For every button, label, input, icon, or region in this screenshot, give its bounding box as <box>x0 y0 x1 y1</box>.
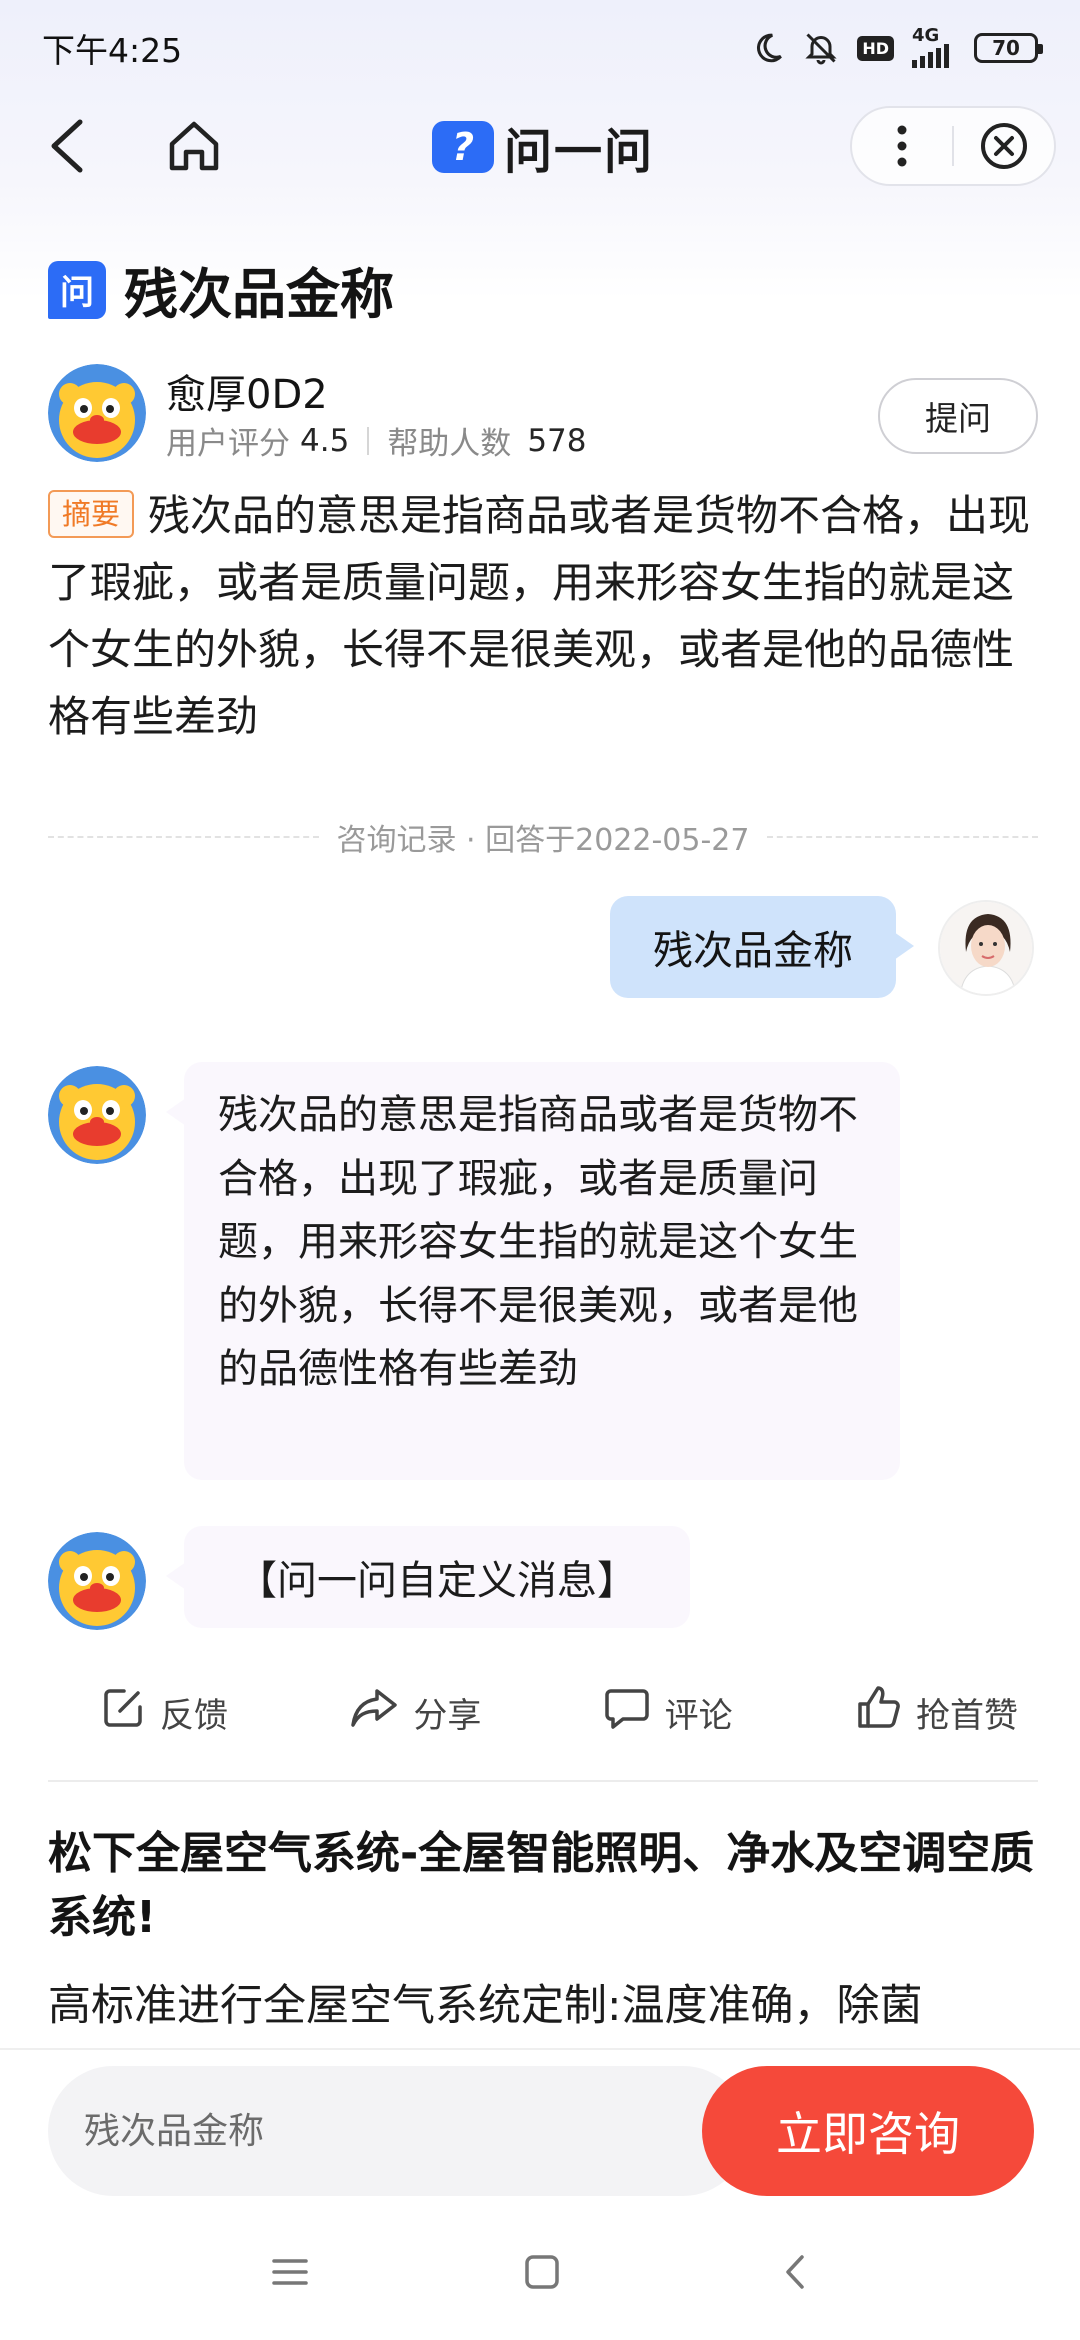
brand-name: 问一问 <box>504 124 655 180</box>
question-title: 问 残次品金称 <box>48 250 394 329</box>
comment-icon <box>603 1685 651 1740</box>
record-label: 咨询记录 · 回答于2022-05-27 <box>336 823 750 858</box>
bot-message-bubble: 残次品的意思是指商品或者是货物不合格，出现了瑕疵，或者是质量问题，用来形容女生指… <box>166 1062 900 1480</box>
comment-label: 评论 <box>664 1695 733 1736</box>
battery-icon: 70 <box>974 33 1043 63</box>
user-avatar <box>938 900 1034 996</box>
consult-input[interactable] <box>48 2066 748 2196</box>
close-icon[interactable] <box>954 121 1054 171</box>
bot-avatar <box>48 1066 146 1164</box>
back-icon[interactable] <box>40 114 100 178</box>
signal-icon: 4G <box>912 25 956 68</box>
record-divider: 咨询记录 · 回答于2022-05-27 <box>48 812 1038 862</box>
summary-text: 残次品的意思是指商品或者是货物不合格，出现了瑕疵，或者是质量问题，用来形容女生指… <box>48 491 1031 741</box>
summary-tag: 摘要 <box>48 490 135 538</box>
share-button[interactable]: 分享 <box>349 1685 481 1740</box>
helped-value: 578 <box>527 422 587 459</box>
mini-program-capsule <box>850 106 1056 186</box>
answerer-name[interactable]: 愈厚0D2 <box>166 362 328 420</box>
answer-summary: 摘要 残次品的意思是指商品或者是货物不合格，出现了瑕疵，或者是质量问题，用来形容女… <box>48 482 1038 750</box>
question-badge-icon: 问 <box>48 260 106 319</box>
like-button[interactable]: 抢首赞 <box>854 1684 1018 1741</box>
answerer-avatar[interactable] <box>48 364 146 462</box>
thumbs-up-icon <box>854 1684 902 1741</box>
stats-divider <box>367 426 370 455</box>
network-label: 4G <box>912 25 940 46</box>
moon-icon <box>751 31 785 65</box>
action-bar: 反馈 分享 评论 抢首赞 <box>48 1672 1038 1752</box>
home-square-icon[interactable] <box>522 2252 562 2296</box>
section-divider <box>48 1780 1038 1782</box>
ask-button[interactable]: 提问 <box>878 378 1038 454</box>
status-bar: 下午4:25 HD 4G 70 <box>0 0 1080 96</box>
menu-icon[interactable] <box>270 2252 310 2296</box>
consult-now-button[interactable]: 立即咨询 <box>702 2066 1034 2196</box>
feedback-label: 反馈 <box>160 1695 228 1736</box>
rating-label: 用户评分 <box>166 426 290 462</box>
system-back-icon[interactable] <box>776 2252 816 2296</box>
consult-bar: 立即咨询 <box>0 2048 1080 2208</box>
status-icons: HD 4G 70 <box>751 25 1043 68</box>
share-icon <box>349 1685 399 1740</box>
more-options-icon[interactable] <box>852 124 952 168</box>
home-icon[interactable] <box>164 116 224 176</box>
helped-label: 帮助人数 <box>387 426 512 462</box>
divider-line-right <box>767 836 1038 838</box>
page-title: 残次品金称 <box>124 263 394 326</box>
share-label: 分享 <box>413 1695 482 1736</box>
answerer-stats: 用户评分 4.5 帮助人数 578 <box>166 418 586 463</box>
feedback-button[interactable]: 反馈 <box>100 1685 228 1740</box>
status-time: 下午4:25 <box>42 31 183 70</box>
hd-icon: HD <box>857 35 894 61</box>
like-label: 抢首赞 <box>915 1695 1018 1736</box>
comment-button[interactable]: 评论 <box>603 1685 733 1740</box>
ad-description[interactable]: 高标准进行全屋空气系统定制:温度准确，除菌 <box>48 1974 1058 2038</box>
ad-title[interactable]: 松下全屋空气系统-全屋智能照明、净水及空调空质系统! <box>48 1822 1038 1950</box>
rating-value: 4.5 <box>300 422 350 459</box>
bot-avatar <box>48 1532 146 1630</box>
mute-bell-icon <box>803 30 839 66</box>
nav-bar: ? 问一问 <box>0 96 1080 206</box>
user-message-bubble: 残次品金称 <box>610 896 914 998</box>
system-navigation-bar <box>0 2208 1080 2340</box>
bot-custom-message: 【问一问自定义消息】 <box>166 1526 690 1628</box>
answerer-info: 愈厚0D2 用户评分 4.5 帮助人数 578 提问 <box>48 362 1038 462</box>
brand-title: ? 问一问 <box>432 116 654 180</box>
divider-line-left <box>48 836 319 838</box>
brand-logo-icon: ? <box>432 121 494 173</box>
edit-icon <box>100 1685 146 1740</box>
